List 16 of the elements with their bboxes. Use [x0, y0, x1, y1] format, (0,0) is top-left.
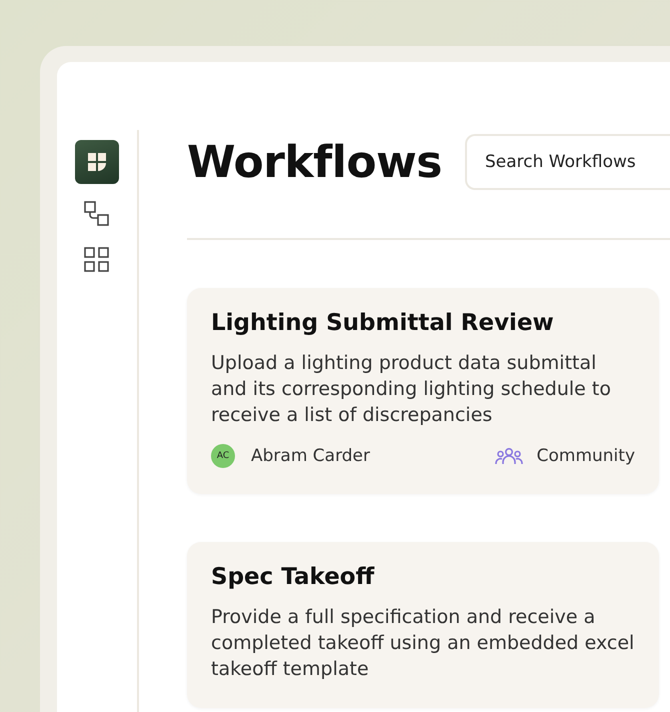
card-description: Upload a lighting product data submittal and its corresponding lighting schedule to receive a list of discrepancies — [211, 351, 612, 428]
sidebar-item[interactable] — [75, 140, 119, 184]
logo-icon — [87, 152, 107, 172]
workflow-card[interactable]: Spec Takeoff Provide a full specification and receive a completed takeoff using an embedded excel takeoff template — [187, 542, 659, 708]
grid-icon — [84, 247, 110, 273]
card-title: Lighting Submittal Review — [211, 310, 555, 336]
card-title: Spec Takeoff — [211, 564, 376, 590]
connected-squares-icon — [84, 201, 110, 227]
visibility-label: Community — [536, 446, 635, 466]
workflow-card[interactable]: Lighting Submittal Review Upload a lighting product data submittal and its corresponding lighting schedule to receive a list of discrepancies AC Abram Carder Community — [187, 288, 659, 494]
avatar: AC — [211, 444, 235, 468]
page-title: Workflows — [187, 136, 443, 188]
author-name: Abram Carder — [251, 446, 372, 466]
card-description: Provide a full specification and receive a completed takeoff using an embedded excel takeoff template — [211, 605, 635, 682]
people-icon — [494, 447, 523, 465]
search-field[interactable]: Search Workflows — [465, 134, 670, 190]
